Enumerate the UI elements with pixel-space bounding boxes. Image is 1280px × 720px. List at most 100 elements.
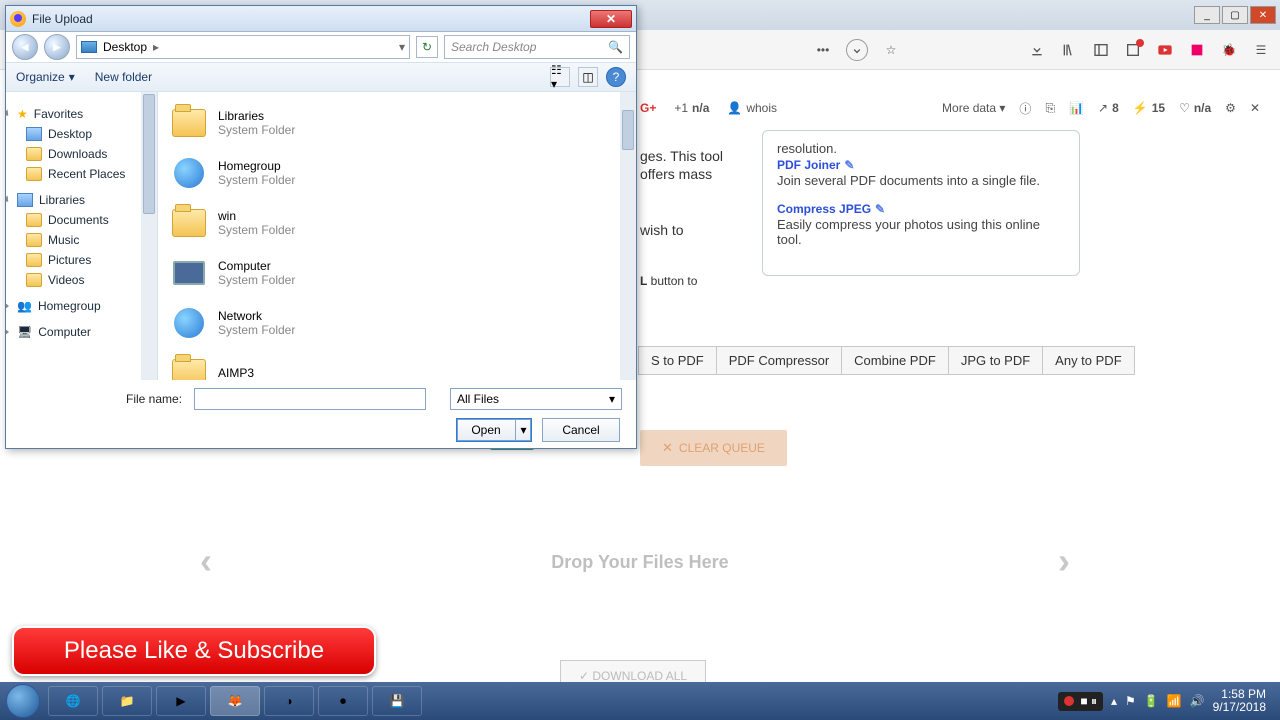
search-box[interactable]: Search Desktop 🔍 xyxy=(444,35,630,59)
dropdown-icon: ▾ xyxy=(609,392,615,406)
tray-up-icon[interactable]: ▴ xyxy=(1111,694,1117,708)
pocket-icon[interactable] xyxy=(846,39,868,61)
taskbar-recorder[interactable]: ⏺ xyxy=(318,686,368,716)
extension-icon-1[interactable] xyxy=(1188,41,1206,59)
nav-pictures[interactable]: Pictures xyxy=(6,250,157,270)
heart-icon: ♡ xyxy=(1179,101,1190,115)
compress-jpeg-link[interactable]: Compress JPEG✎ xyxy=(777,200,1065,217)
list-item[interactable]: AIMP3 xyxy=(162,348,632,380)
downloads-icon[interactable] xyxy=(1028,41,1046,59)
pdf-joiner-desc: Join several PDF documents into a single… xyxy=(777,173,1065,188)
location-breadcrumb[interactable]: Desktop ▸ ▾ xyxy=(76,35,410,59)
page-actions-icon[interactable]: ••• xyxy=(814,41,832,59)
nav-downloads[interactable]: Downloads xyxy=(6,144,157,164)
tray-flag-icon[interactable]: ⚑ xyxy=(1125,694,1136,708)
taskbar-app[interactable]: 💾 xyxy=(372,686,422,716)
new-folder-button[interactable]: New folder xyxy=(95,70,152,84)
tab-s-to-pdf[interactable]: S to PDF xyxy=(639,347,717,374)
plusone-value: n/a xyxy=(692,101,709,115)
taskbar-media[interactable]: ▶ xyxy=(156,686,206,716)
open-split-dropdown[interactable]: ▾ xyxy=(515,419,531,441)
taskbar-explorer[interactable]: 📁 xyxy=(102,686,152,716)
tray-clock[interactable]: 1:58 PM 9/17/2018 xyxy=(1213,688,1266,714)
taskbar-firefox[interactable]: 🦊 xyxy=(210,686,260,716)
window-minimize[interactable]: _ xyxy=(1194,6,1220,24)
dialog-footer: File name: All Files▾ Open▾ Cancel xyxy=(6,380,636,450)
youtube-icon[interactable] xyxy=(1156,41,1174,59)
more-data-dropdown[interactable]: More data ▾ xyxy=(942,101,1005,115)
open-button[interactable]: Open▾ xyxy=(456,418,532,442)
bookmark-star-icon[interactable]: ☆ xyxy=(882,41,900,59)
nav-recent[interactable]: Recent Places xyxy=(6,164,157,184)
dialog-close-button[interactable]: ✕ xyxy=(590,10,632,28)
navigation-pane: ★Favorites Desktop Downloads Recent Plac… xyxy=(6,92,158,380)
nav-forward-button[interactable]: ► xyxy=(44,34,70,60)
folder-icon xyxy=(172,359,206,380)
list-item[interactable]: HomegroupSystem Folder xyxy=(162,148,632,198)
tray-battery-icon[interactable]: 🔋 xyxy=(1144,694,1159,708)
nav-documents[interactable]: Documents xyxy=(6,210,157,230)
file-name-input[interactable] xyxy=(194,388,426,410)
nav-music[interactable]: Music xyxy=(6,230,157,250)
library-icon[interactable] xyxy=(1060,41,1078,59)
pdf-joiner-link[interactable]: PDF Joiner✎ xyxy=(777,156,1065,173)
cancel-button[interactable]: Cancel xyxy=(542,418,620,442)
dropzone-label: Drop Your Files Here xyxy=(0,552,1280,573)
list-scrollbar[interactable] xyxy=(620,92,636,380)
tab-any-to-pdf[interactable]: Any to PDF xyxy=(1043,347,1133,374)
window-close[interactable]: ✕ xyxy=(1250,6,1276,24)
user-folder-icon xyxy=(172,209,206,237)
file-type-select[interactable]: All Files▾ xyxy=(450,388,622,410)
breadcrumb-arrow-icon[interactable]: ▸ xyxy=(153,40,159,54)
navpane-scrollbar[interactable] xyxy=(141,92,157,380)
folder-icon xyxy=(26,167,42,181)
settings-gear-icon[interactable]: ⚙ xyxy=(1225,101,1236,115)
plusone-label: +1 xyxy=(674,101,688,115)
nav-desktop[interactable]: Desktop xyxy=(6,124,157,144)
help-icon[interactable]: ? xyxy=(606,67,626,87)
whois-link[interactable]: whois xyxy=(746,101,777,115)
organize-menu[interactable]: Organize ▾ xyxy=(16,70,75,84)
dialog-toolbar: Organize ▾ New folder ☷ ▾ ◫ ? xyxy=(6,62,636,92)
close-bar-icon[interactable]: ✕ xyxy=(1250,101,1260,115)
list-item[interactable]: NetworkSystem Folder xyxy=(162,298,632,348)
star-icon: ★ xyxy=(17,107,28,121)
extension-icon-2[interactable]: 🐞 xyxy=(1220,41,1238,59)
libraries-icon xyxy=(17,193,33,207)
info-icon[interactable]: ⓘ xyxy=(1019,100,1031,117)
nav-videos[interactable]: Videos xyxy=(6,270,157,290)
search-icon[interactable]: 🔍 xyxy=(608,40,623,54)
nav-favorites[interactable]: ★Favorites xyxy=(6,104,157,124)
taskbar-chrome[interactable]: ◑ xyxy=(264,686,314,716)
tab-combine-pdf[interactable]: Combine PDF xyxy=(842,347,949,374)
start-button[interactable] xyxy=(6,684,40,718)
list-item[interactable]: LibrariesSystem Folder xyxy=(162,98,632,148)
tab-pdf-compressor[interactable]: PDF Compressor xyxy=(717,347,842,374)
list-item[interactable]: winSystem Folder xyxy=(162,198,632,248)
search-placeholder: Search Desktop xyxy=(451,40,536,54)
nav-homegroup[interactable]: 👥Homegroup xyxy=(6,296,157,316)
scrollbar-thumb[interactable] xyxy=(143,94,155,214)
system-tray: ■ ⏸ ▴ ⚑ 🔋 📶 🔊 1:58 PM 9/17/2018 xyxy=(1058,688,1274,714)
hamburger-menu-icon[interactable]: ☰ xyxy=(1252,41,1270,59)
refresh-button[interactable]: ↻ xyxy=(416,36,438,58)
tab-jpg-to-pdf[interactable]: JPG to PDF xyxy=(949,347,1043,374)
recording-indicator[interactable]: ■ ⏸ xyxy=(1058,692,1103,711)
tray-network-icon[interactable]: 📶 xyxy=(1167,694,1182,708)
clear-queue-button[interactable]: ✕ CLEAR QUEUE xyxy=(640,430,787,466)
view-mode-button[interactable]: ☷ ▾ xyxy=(550,67,570,87)
nav-back-button[interactable]: ◄ xyxy=(12,34,38,60)
taskbar-ie[interactable]: 🌐 xyxy=(48,686,98,716)
libraries-folder-icon xyxy=(172,109,206,137)
scrollbar-thumb[interactable] xyxy=(622,110,634,150)
preview-pane-button[interactable]: ◫ xyxy=(578,67,598,87)
list-item[interactable]: ComputerSystem Folder xyxy=(162,248,632,298)
location-dropdown-icon[interactable]: ▾ xyxy=(399,40,405,54)
tray-volume-icon[interactable]: 🔊 xyxy=(1190,694,1205,708)
sidebar-icon[interactable] xyxy=(1092,41,1110,59)
container-icon[interactable] xyxy=(1124,41,1142,59)
window-maximize[interactable]: ▢ xyxy=(1222,6,1248,24)
nav-libraries[interactable]: Libraries xyxy=(6,190,157,210)
nav-computer[interactable]: 🖥Computer xyxy=(6,322,157,342)
dialog-titlebar[interactable]: File Upload ✕ xyxy=(6,6,636,32)
